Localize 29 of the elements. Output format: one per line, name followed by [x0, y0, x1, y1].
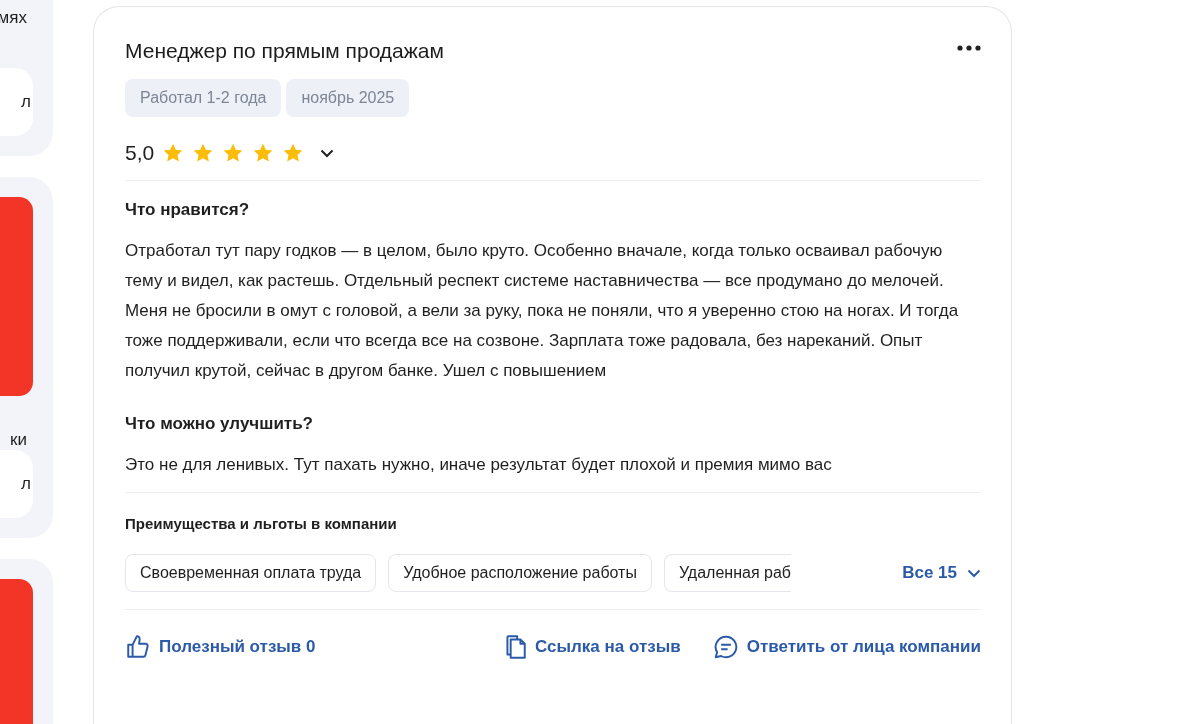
chat-bubble-icon	[712, 634, 739, 660]
action-link[interactable]: Ответить от лица компании	[712, 634, 981, 660]
benefit-chip: Удаленная раб	[663, 554, 791, 592]
star-icon	[192, 142, 215, 164]
benefit-chip: Своевременная оплата труда	[125, 554, 377, 592]
review-text: Это не для ленивых. Тут пахать нужно, иначе результат будет плохой и премия мимо вас	[125, 454, 833, 476]
copy-icon	[503, 634, 528, 660]
more-options-icon[interactable]	[957, 45, 981, 51]
star-icon	[252, 142, 275, 164]
tag: Работал 1-2 года	[125, 79, 282, 117]
review-title: Менеджер по прямым продажам	[125, 39, 444, 63]
show-all-button[interactable]: Все 15	[902, 563, 981, 583]
benefits-heading: Преимущества и льготы в компании	[125, 515, 398, 532]
thumbs-up-icon	[125, 634, 151, 660]
sidebar-card[interactable]: л	[0, 450, 33, 518]
sidebar-card[interactable]: л	[0, 68, 33, 136]
star-icon	[222, 142, 245, 164]
section-heading: Что нравится?	[125, 200, 251, 220]
rating-score: 5,0	[125, 141, 155, 165]
chevron-down-icon	[967, 568, 981, 578]
review-text: Отработал тут пару годков — в целом, было круто. Особенно вначале, когда только осваивал рабочую тему и видел, как растешь. Отдельный респект системе наставничества — все продумано до мелочей. Меня не бросили в омут с головой, а вели за руку, пока не поняли, что я уверенно стою на ногах. И тогда тоже поддерживали, если что всегда все на созвоне. Зарплата тоже радовала, без нареканий. Опыт получил крутой, сейчас в другом банке. Ушел с повышением	[125, 240, 960, 382]
action-link[interactable]: Ссылка на отзыв	[503, 634, 681, 660]
benefit-chip: Удобное расположение работы	[388, 554, 652, 592]
star-icon	[162, 142, 185, 164]
sidebar-text: ки	[10, 430, 27, 450]
tag: ноябрь 2025	[286, 79, 410, 117]
section-heading: Что можно улучшить?	[125, 414, 314, 434]
action-link[interactable]: Полезный отзыв 0	[125, 634, 316, 660]
star-icon	[282, 142, 305, 164]
